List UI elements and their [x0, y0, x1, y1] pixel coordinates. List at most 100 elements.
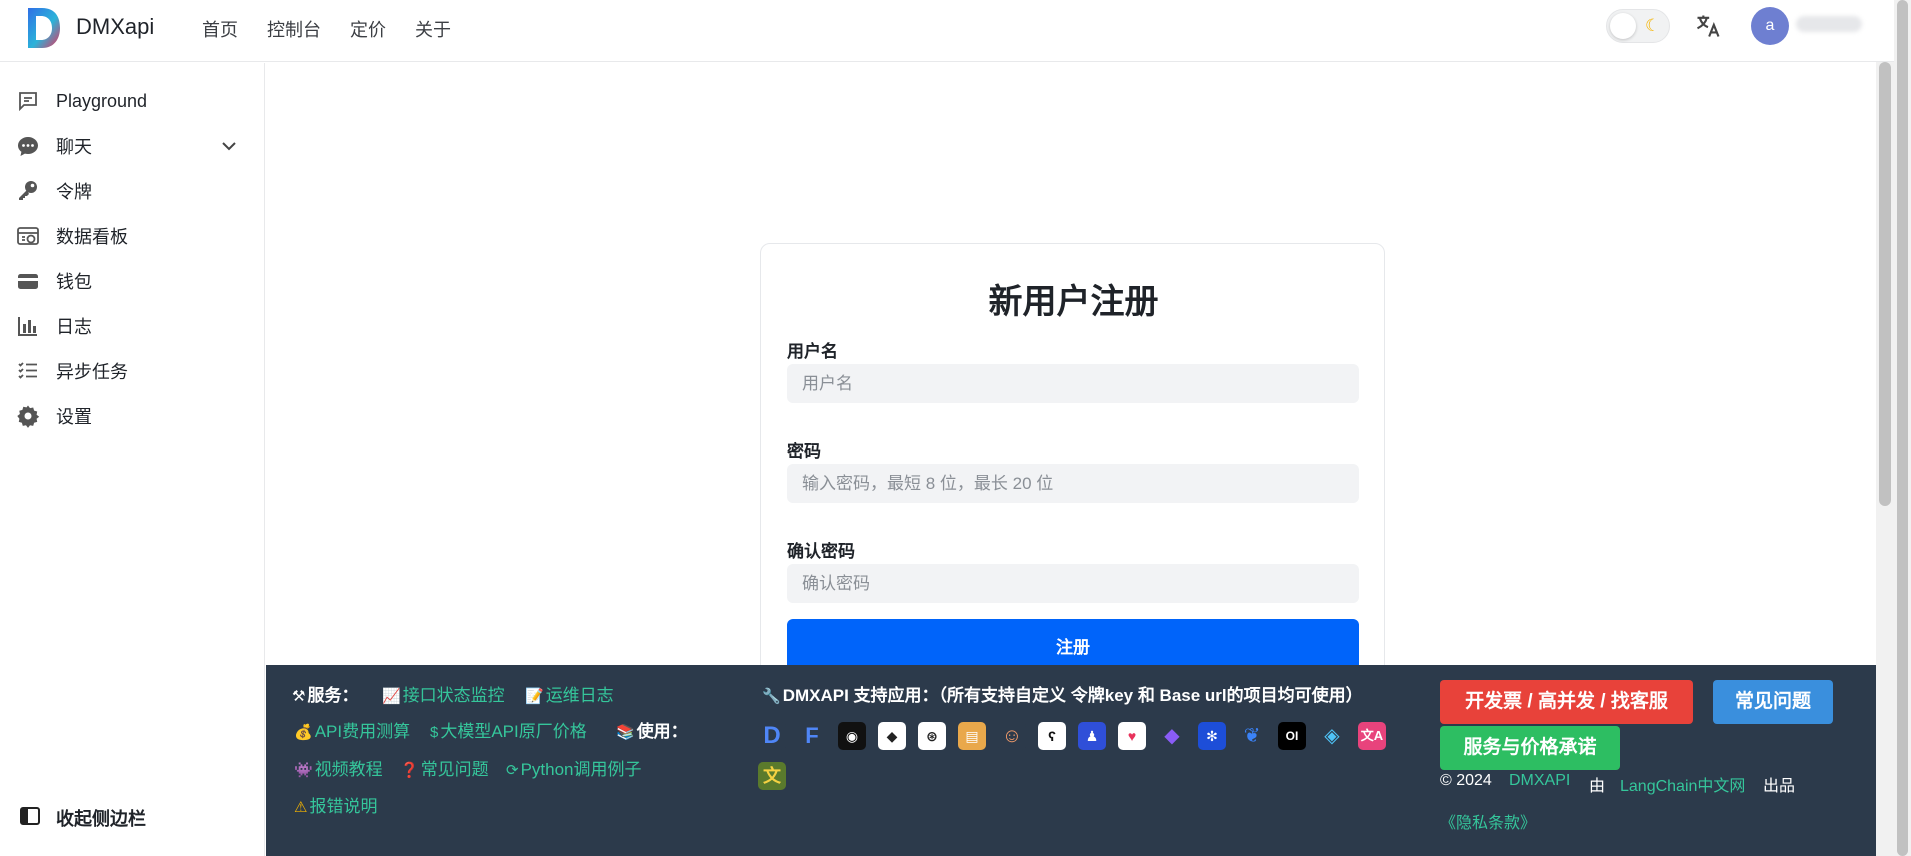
openai-app-icon[interactable]: ⊛ [918, 722, 946, 750]
dmxapi-logo[interactable] [26, 6, 62, 50]
confirm-password-input[interactable] [787, 564, 1359, 603]
layers-app-icon[interactable]: ◈ [1318, 722, 1346, 750]
sidebar-item-dashboard[interactable]: 数据看板 [0, 216, 265, 256]
cube-app-icon[interactable]: ◆ [878, 722, 906, 750]
model-prices-link[interactable]: $ 大模型API原厂价格 [430, 717, 587, 742]
bear-app-icon[interactable]: ʕ [1038, 722, 1066, 750]
services-heading: ⚒ 服务： [292, 686, 359, 705]
footer: ⚒ 服务： 📈 接口状态监控 📝 运维日志 💰 API费用测算 $ 大模型API原厂价格 … [266, 665, 1890, 856]
status-monitor-link[interactable]: 📈 接口状态监控 [382, 681, 505, 706]
register-card: 新用户注册 用户名 密码 确认密码 注册 [760, 243, 1385, 683]
service-promise-button[interactable]: 服务与价格承诺 [1440, 726, 1620, 770]
username-label: 用户名 [787, 342, 838, 361]
top-bar: DMXapi 首页 控制台 定价 关于 ☾ a [0, 0, 1894, 62]
fastgpt-app-icon[interactable]: F [798, 722, 826, 750]
books-icon: 📚 [616, 724, 635, 741]
confirm-password-label: 确认密码 [787, 542, 855, 561]
sidebar-item-label: 钱包 [56, 272, 92, 292]
faq-link[interactable]: ❓ 常见问题 [400, 755, 489, 780]
toggle-knob [1610, 13, 1636, 39]
question-icon: ❓ [400, 762, 419, 779]
sidebar-item-async-tasks[interactable]: 异步任务 [0, 351, 265, 391]
error-guide-link[interactable]: ⚠ 报错说明 [294, 792, 377, 817]
langchain-link[interactable]: LangChain中文网 [1620, 772, 1745, 796]
privacy-link[interactable]: 《隐私条款》 [1440, 809, 1536, 833]
sidebar-item-label: 聊天 [56, 137, 92, 157]
playground-icon [19, 92, 37, 112]
dashboard-icon [17, 227, 39, 245]
wrench-icon: 🔧 [762, 688, 781, 705]
password-label: 密码 [787, 442, 821, 461]
translate-icon[interactable] [1694, 12, 1722, 40]
document-icon: 📝 [525, 688, 544, 705]
sidebar-item-label: 异步任务 [56, 362, 128, 382]
by-text: 由 [1589, 778, 1606, 795]
nav-home[interactable]: 首页 [202, 16, 238, 42]
sidebar-item-chat[interactable]: 聊天 [0, 126, 265, 166]
gear-icon [17, 405, 40, 428]
snowflake-app-icon[interactable]: ✻ [1198, 722, 1226, 750]
scrollbar-thumb[interactable] [1879, 62, 1891, 506]
sidebar-item-tokens[interactable]: 令牌 [0, 171, 265, 211]
sidebar-item-logs[interactable]: 日志 [0, 306, 265, 346]
usage-heading: 📚 使用： [616, 722, 688, 741]
faq-button[interactable]: 常见问题 [1713, 680, 1833, 724]
page-scrollbar[interactable] [1894, 0, 1911, 856]
collapse-sidebar-button[interactable]: 收起侧边栏 [0, 797, 265, 837]
nav-pricing[interactable]: 定价 [350, 16, 386, 42]
sidebar-item-label: 日志 [56, 317, 92, 337]
dmxapi-footer-link[interactable]: DMXAPI [1509, 772, 1570, 790]
warning-icon: ⚠ [294, 799, 308, 816]
password-input[interactable] [787, 464, 1359, 503]
brand-name[interactable]: DMXapi [76, 14, 154, 40]
task-list-icon [18, 362, 37, 379]
chatbox-app-icon[interactable]: ▤ [958, 722, 986, 750]
video-tutorial-link[interactable]: 👾 视频教程 [294, 755, 383, 780]
feather-app-icon[interactable]: ❦ [1238, 722, 1266, 750]
user-avatar[interactable]: a [1751, 7, 1789, 45]
oi-app-icon[interactable]: OI [1278, 722, 1306, 750]
username-input[interactable] [787, 364, 1359, 403]
obsidian-app-icon[interactable]: ◆ [1158, 722, 1186, 750]
robot-app-icon[interactable]: ◉ [838, 722, 866, 750]
theme-toggle[interactable]: ☾ [1606, 9, 1670, 43]
sidebar-item-label: Playground [56, 90, 148, 111]
nav-about[interactable]: 关于 [415, 16, 451, 42]
heart-app-icon[interactable]: ♥ [1118, 722, 1146, 750]
translate-app-icon[interactable]: 文A [1358, 722, 1386, 750]
api-cost-link[interactable]: 💰 API费用测算 [294, 717, 410, 742]
chat-icon [18, 137, 38, 156]
ops-log-link[interactable]: 📝 运维日志 [525, 681, 614, 706]
sidebar: Playground 聊天 令牌 数据看板 钱包 日志 异步任务 设置 收起侧边… [0, 63, 265, 856]
produced-text: 出品 [1763, 778, 1796, 795]
face-app-icon[interactable]: ☺ [998, 722, 1026, 750]
register-button[interactable]: 注册 [787, 619, 1359, 671]
copyright-text: © 2024 [1440, 772, 1492, 789]
collapse-sidebar-label: 收起侧边栏 [56, 809, 146, 829]
register-title: 新用户注册 [988, 283, 1159, 321]
invoice-support-button[interactable]: 开发票 / 高并发 / 找客服 [1440, 680, 1693, 724]
content-scrollbar[interactable] [1876, 62, 1894, 856]
key-icon [19, 181, 37, 200]
wallet-icon [18, 274, 38, 289]
sidebar-item-wallet[interactable]: 钱包 [0, 261, 265, 301]
dmxapi-app-icon[interactable]: D [758, 722, 786, 750]
people-app-icon[interactable]: ♟ [1078, 722, 1106, 750]
sidebar-item-settings[interactable]: 设置 [0, 396, 265, 436]
sidebar-collapse-icon [20, 807, 40, 825]
wen-app-icon[interactable]: 文 [758, 762, 786, 790]
chart-icon: 📈 [382, 688, 401, 705]
scrollbar-thumb[interactable] [1897, 0, 1908, 856]
python-example-link[interactable]: ⟳ Python调用例子 [506, 755, 642, 780]
dollar-icon: $ [430, 724, 439, 741]
nav-console[interactable]: 控制台 [267, 16, 321, 42]
sidebar-item-playground[interactable]: Playground [0, 81, 265, 121]
tools-icon: ⚒ [292, 688, 306, 705]
python-icon: ⟳ [506, 762, 519, 779]
sidebar-item-label: 设置 [56, 407, 92, 427]
video-icon: 👾 [294, 762, 313, 779]
sidebar-item-label: 令牌 [56, 182, 92, 202]
username-redacted[interactable] [1796, 16, 1862, 32]
chevron-down-icon[interactable] [220, 137, 238, 155]
moon-icon: ☾ [1645, 16, 1661, 35]
